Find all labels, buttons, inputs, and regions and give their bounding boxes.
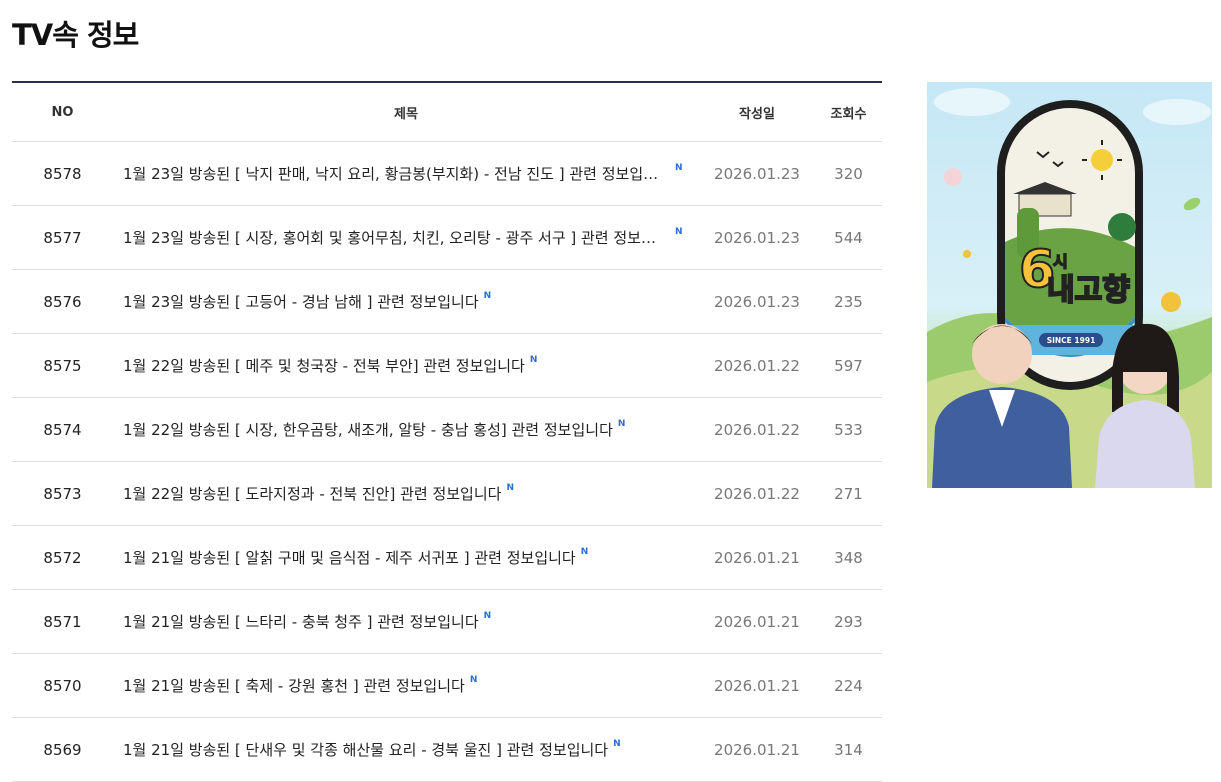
table-row: 8569 1월 21일 방송된 [ 단새우 및 각종 해산물 요리 - 경북 울… [12, 718, 882, 782]
post-title-cell: 1월 21일 방송된 [ 느타리 - 충북 청주 ] 관련 정보입니다 N [113, 611, 699, 632]
post-date: 2026.01.23 [714, 228, 800, 247]
table-row: 8576 1월 23일 방송된 [ 고등어 - 경남 남해 ] 관련 정보입니다… [12, 270, 882, 334]
table-row: 8572 1월 21일 방송된 [ 알칡 구매 및 음식점 - 제주 서귀포 ]… [12, 526, 882, 590]
post-number: 8574 [43, 420, 82, 439]
post-number: 8577 [43, 228, 82, 247]
post-number: 8572 [43, 548, 82, 567]
new-badge: N [483, 611, 492, 621]
post-views: 314 [834, 740, 863, 759]
post-title-link[interactable]: 1월 21일 방송된 [ 축제 - 강원 홍천 ] 관련 정보입니다 [123, 675, 465, 696]
post-title-link[interactable]: 1월 22일 방송된 [ 도라지정과 - 전북 진안] 관련 정보입니다 [123, 483, 501, 504]
post-number: 8569 [43, 740, 82, 759]
table-row: 8571 1월 21일 방송된 [ 느타리 - 충북 청주 ] 관련 정보입니다… [12, 590, 882, 654]
post-title-link[interactable]: 1월 21일 방송된 [ 느타리 - 충북 청주 ] 관련 정보입니다 [123, 611, 479, 632]
new-badge: N [613, 739, 621, 749]
page-title: TV속 정보 [12, 18, 139, 52]
post-date: 2026.01.22 [714, 356, 800, 375]
post-views: 533 [834, 420, 863, 439]
table-header-row: NO 제목 작성일 조회수 [12, 83, 882, 142]
post-number: 8576 [43, 292, 82, 311]
post-number: 8573 [43, 484, 82, 503]
post-views: 224 [834, 676, 863, 695]
post-date: 2026.01.21 [714, 740, 800, 759]
header-no: NO [51, 104, 74, 120]
post-views: 235 [834, 292, 863, 311]
post-title-cell: 1월 22일 방송된 [ 시장, 한우곰탕, 새조개, 알탕 - 충남 홍성] … [113, 419, 699, 440]
logo-text: 내고향 [1047, 273, 1130, 308]
new-badge: N [469, 675, 478, 685]
table-row: 8578 1월 23일 방송된 [ 낙지 판매, 낙지 요리, 황금봉(부지화)… [12, 142, 882, 206]
since-badge: SINCE 1991 [1047, 336, 1096, 345]
post-date: 2026.01.22 [714, 420, 800, 439]
post-views: 320 [834, 164, 863, 183]
table-row: 8570 1월 21일 방송된 [ 축제 - 강원 홍천 ] 관련 정보입니다 … [12, 654, 882, 718]
post-title-cell: 1월 23일 방송된 [ 시장, 홍어회 및 홍어무침, 치킨, 오리탕 - 광… [113, 227, 699, 248]
new-badge: N [529, 355, 538, 365]
table-row: 8574 1월 22일 방송된 [ 시장, 한우곰탕, 새조개, 알탕 - 충남… [12, 398, 882, 462]
post-views: 271 [834, 484, 863, 503]
post-title-link[interactable]: 1월 21일 방송된 [ 단새우 및 각종 해산물 요리 - 경북 울진 ] 관… [123, 739, 608, 760]
new-badge: N [675, 227, 683, 237]
post-title-link[interactable]: 1월 23일 방송된 [ 낙지 판매, 낙지 요리, 황금봉(부지화) - 전남… [123, 163, 663, 184]
table-row: 8575 1월 22일 방송된 [ 메주 및 청국장 - 전북 부안] 관련 정… [12, 334, 882, 398]
post-date: 2026.01.23 [714, 164, 800, 183]
post-views: 348 [834, 548, 863, 567]
post-date: 2026.01.23 [714, 292, 800, 311]
logo-small-text: 시 [1053, 252, 1068, 271]
header-date: 작성일 [739, 106, 775, 122]
post-title-cell: 1월 21일 방송된 [ 알칡 구매 및 음식점 - 제주 서귀포 ] 관련 정… [113, 547, 699, 568]
post-title-cell: 1월 23일 방송된 [ 낙지 판매, 낙지 요리, 황금봉(부지화) - 전남… [113, 163, 699, 184]
post-title-link[interactable]: 1월 23일 방송된 [ 고등어 - 경남 남해 ] 관련 정보입니다 [123, 291, 479, 312]
header-title: 제목 [394, 106, 418, 122]
program-poster-banner[interactable]: 6 시 내고향 SINCE 1991 [927, 82, 1212, 488]
post-title-cell: 1월 21일 방송된 [ 단새우 및 각종 해산물 요리 - 경북 울진 ] 관… [113, 739, 699, 760]
post-number: 8571 [43, 612, 82, 631]
new-badge: N [617, 419, 626, 429]
post-views: 293 [834, 612, 863, 631]
post-title-cell: 1월 22일 방송된 [ 도라지정과 - 전북 진안] 관련 정보입니다 N [113, 483, 699, 504]
poster-illustration: 6 시 내고향 SINCE 1991 [927, 88, 1212, 488]
post-title-link[interactable]: 1월 21일 방송된 [ 알칡 구매 및 음식점 - 제주 서귀포 ] 관련 정… [123, 547, 576, 568]
post-title-link[interactable]: 1월 22일 방송된 [ 시장, 한우곰탕, 새조개, 알탕 - 충남 홍성] … [123, 419, 613, 440]
post-title-cell: 1월 21일 방송된 [ 축제 - 강원 홍천 ] 관련 정보입니다 N [113, 675, 699, 696]
post-title-cell: 1월 23일 방송된 [ 고등어 - 경남 남해 ] 관련 정보입니다 N [113, 291, 699, 312]
post-number: 8575 [43, 356, 82, 375]
post-title-link[interactable]: 1월 23일 방송된 [ 시장, 홍어회 및 홍어무침, 치킨, 오리탕 - 광… [123, 227, 663, 248]
post-views: 597 [834, 356, 863, 375]
post-number: 8570 [43, 676, 82, 695]
table-row: 8573 1월 22일 방송된 [ 도라지정과 - 전북 진안] 관련 정보입니… [12, 462, 882, 526]
post-views: 544 [834, 228, 863, 247]
post-date: 2026.01.21 [714, 676, 800, 695]
info-board-table: NO 제목 작성일 조회수 8578 1월 23일 방송된 [ 낙지 판매, 낙… [12, 81, 882, 782]
post-title-cell: 1월 22일 방송된 [ 메주 및 청국장 - 전북 부안] 관련 정보입니다 … [113, 355, 699, 376]
post-date: 2026.01.22 [714, 484, 800, 503]
post-date: 2026.01.21 [714, 612, 800, 631]
table-row: 8577 1월 23일 방송된 [ 시장, 홍어회 및 홍어무침, 치킨, 오리… [12, 206, 882, 270]
new-badge: N [506, 483, 515, 493]
post-number: 8578 [43, 164, 82, 183]
new-badge: N [483, 291, 492, 301]
post-date: 2026.01.21 [714, 548, 800, 567]
new-badge: N [580, 547, 589, 557]
post-title-link[interactable]: 1월 22일 방송된 [ 메주 및 청국장 - 전북 부안] 관련 정보입니다 [123, 355, 525, 376]
new-badge: N [675, 163, 683, 173]
header-views: 조회수 [830, 106, 867, 122]
